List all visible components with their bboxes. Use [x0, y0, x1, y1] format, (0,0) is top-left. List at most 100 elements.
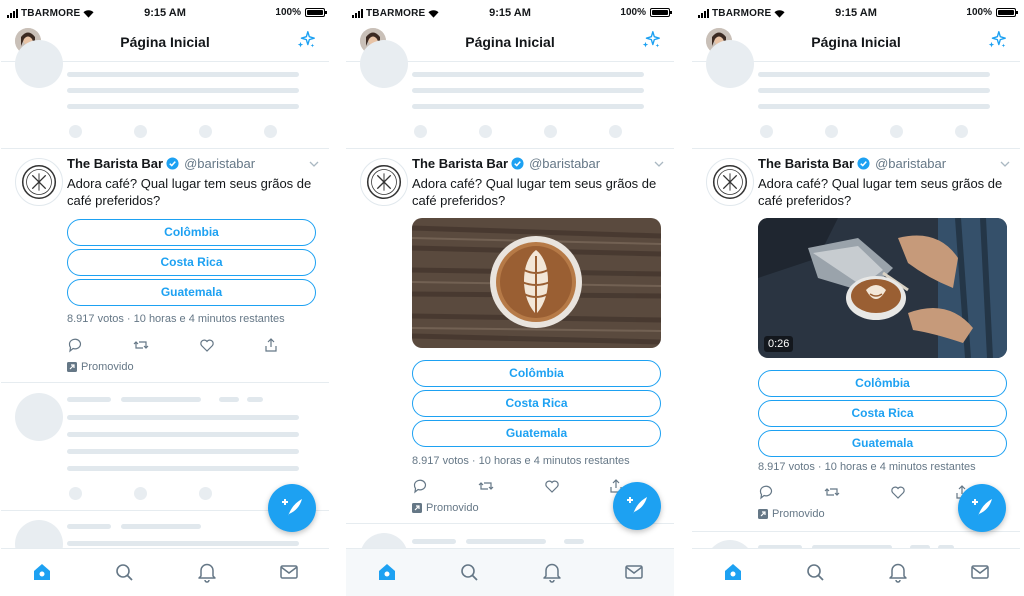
placeholder-line	[758, 72, 990, 77]
placeholder-dot	[414, 125, 427, 138]
placeholder-dot	[760, 125, 773, 138]
chevron-down-icon[interactable]	[309, 160, 319, 168]
promoted-label: Promovido	[67, 361, 134, 373]
search-icon[interactable]	[113, 561, 135, 583]
notifications-icon[interactable]	[541, 561, 563, 583]
poll-option-costa-rica[interactable]: Costa Rica	[758, 400, 1007, 427]
compose-tweet-button[interactable]	[958, 484, 1006, 532]
compose-tweet-button[interactable]	[613, 482, 661, 530]
home-icon[interactable]	[31, 561, 53, 583]
share-icon[interactable]	[263, 337, 279, 353]
status-bar: TBARMORE 9:15 AM 100%	[1, 0, 329, 26]
status-bar: TBARMORE 9:15 AM 100%	[346, 0, 674, 26]
status-bar: TBARMORE 9:15 AM 100%	[692, 0, 1020, 26]
reply-icon[interactable]	[412, 478, 428, 494]
battery-percent: 100%	[966, 7, 992, 18]
sparkle-icon[interactable]	[295, 29, 317, 51]
search-icon[interactable]	[804, 561, 826, 583]
chevron-down-icon[interactable]	[654, 160, 664, 168]
barista-bar-logo-icon[interactable]	[15, 158, 63, 206]
poll-option-guatemala[interactable]: Guatemala	[67, 279, 316, 306]
promoted-icon	[67, 362, 77, 372]
placeholder-line	[564, 539, 584, 544]
placeholder-dot	[134, 125, 147, 138]
poll-option-colombia[interactable]: Colômbia	[67, 219, 316, 246]
retweet-icon[interactable]	[824, 484, 840, 500]
placeholder-line	[247, 397, 263, 402]
barista-bar-logo-icon[interactable]	[360, 158, 408, 206]
placeholder-dot	[890, 125, 903, 138]
placeholder-avatar	[706, 40, 754, 88]
like-icon[interactable]	[544, 478, 560, 494]
tweet-author-name[interactable]: The Barista Bar	[67, 156, 163, 171]
promoted-icon	[758, 509, 768, 519]
messages-icon[interactable]	[623, 561, 645, 583]
placeholder-dot	[199, 125, 212, 138]
poll-option-costa-rica[interactable]: Costa Rica	[412, 390, 661, 417]
placeholder-line	[67, 524, 111, 529]
poll-option-guatemala[interactable]: Guatemala	[412, 420, 661, 447]
placeholder-line	[466, 539, 546, 544]
poll-meta: 8.917 votos · 10 horas e 4 minutos resta…	[412, 455, 630, 467]
promoted-label: Promovido	[758, 508, 825, 520]
notifications-icon[interactable]	[196, 561, 218, 583]
home-icon[interactable]	[722, 561, 744, 583]
poll-option-colombia[interactable]: Colômbia	[412, 360, 661, 387]
home-icon[interactable]	[376, 561, 398, 583]
like-icon[interactable]	[199, 337, 215, 353]
compose-tweet-button[interactable]	[268, 484, 316, 532]
promoted-tweet[interactable]: The Barista Bar @baristabar Adora café? …	[1, 150, 329, 382]
retweet-icon[interactable]	[478, 478, 494, 494]
poll-meta: 8.917 votos · 10 horas e 4 minutos resta…	[758, 461, 976, 473]
poll-meta: 8.917 votos · 10 horas e 4 minutos resta…	[67, 313, 285, 325]
tweet-image[interactable]	[412, 218, 661, 348]
battery-percent: 100%	[620, 7, 646, 18]
tweet-text: Adora café? Qual lugar tem seus grãos de…	[758, 176, 1003, 208]
messages-icon[interactable]	[278, 561, 300, 583]
tweet-header: The Barista Bar @baristabar	[67, 156, 255, 171]
messages-icon[interactable]	[969, 561, 991, 583]
poll-option-guatemala[interactable]: Guatemala	[758, 430, 1007, 457]
placeholder-line	[67, 104, 299, 109]
placeholder-dot	[955, 125, 968, 138]
placeholder-line	[412, 539, 456, 544]
placeholder-dot	[264, 125, 277, 138]
placeholder-line	[67, 88, 299, 93]
compose-tweet-icon	[972, 499, 992, 516]
promoted-icon	[412, 503, 422, 513]
promoted-text: Promovido	[426, 502, 479, 514]
sparkle-icon[interactable]	[640, 29, 662, 51]
placeholder-dot	[609, 125, 622, 138]
phone-screen-text-poll: TBARMORE 9:15 AM 100% Página Inicial The…	[1, 0, 329, 596]
tweet-author-handle[interactable]: @baristabar	[875, 156, 946, 171]
promoted-text: Promovido	[81, 361, 134, 373]
tweet-author-handle[interactable]: @baristabar	[529, 156, 600, 171]
sparkle-icon[interactable]	[986, 29, 1008, 51]
barista-pouring-video-thumbnail	[758, 218, 1007, 358]
poll-option-colombia[interactable]: Colômbia	[758, 370, 1007, 397]
tweet-author-handle[interactable]: @baristabar	[184, 156, 255, 171]
like-icon[interactable]	[890, 484, 906, 500]
promoted-tweet[interactable]: The Barista Bar @baristabar Adora café? …	[346, 150, 674, 522]
reply-icon[interactable]	[67, 337, 83, 353]
placeholder-line	[67, 541, 299, 546]
tweet-author-name[interactable]: The Barista Bar	[412, 156, 508, 171]
tweet-header: The Barista Bar @baristabar	[412, 156, 600, 171]
notifications-icon[interactable]	[887, 561, 909, 583]
placeholder-line	[67, 72, 299, 77]
search-icon[interactable]	[458, 561, 480, 583]
placeholder-line	[67, 397, 111, 402]
phone-screen-image-poll: TBARMORE 9:15 AM 100% Página Inicial The…	[346, 0, 674, 596]
placeholder-line	[758, 88, 990, 93]
chevron-down-icon[interactable]	[1000, 160, 1010, 168]
retweet-icon[interactable]	[133, 337, 149, 353]
placeholder-line	[67, 449, 299, 454]
barista-bar-logo-icon[interactable]	[706, 158, 754, 206]
reply-icon[interactable]	[758, 484, 774, 500]
placeholder-dot	[825, 125, 838, 138]
promoted-tweet[interactable]: The Barista Bar @baristabar Adora café? …	[692, 150, 1020, 530]
poll-option-costa-rica[interactable]: Costa Rica	[67, 249, 316, 276]
placeholder-dot	[544, 125, 557, 138]
tweet-video[interactable]: 0:26	[758, 218, 1007, 358]
tweet-author-name[interactable]: The Barista Bar	[758, 156, 854, 171]
